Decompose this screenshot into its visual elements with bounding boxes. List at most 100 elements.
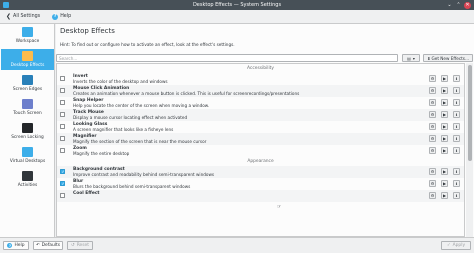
effect-row[interactable]: Invert Inverts the color of the desktop a… [57,73,464,85]
help-label: Help [60,14,72,19]
effect-row[interactable]: Track Mouse Display a mouse cursor locati… [57,109,464,121]
page-title: Desktop Effects [60,27,115,35]
about-icon[interactable]: ℹ [453,75,460,82]
configure-icon[interactable]: ⚙ [429,168,436,175]
effect-checkbox[interactable] [60,136,65,141]
configure-icon[interactable]: ⚙ [429,75,436,82]
effect-name: Snap Helper [73,97,104,103]
effect-checkbox[interactable] [60,181,65,186]
effect-description: Blurs the background behind semi-transpa… [73,184,191,190]
about-icon[interactable]: ℹ [453,123,460,130]
effect-name: Track Mouse [73,109,104,115]
defaults-button-label: Defaults [41,243,61,248]
apply-button-label: Apply [452,243,466,248]
effect-checkbox[interactable] [60,169,65,174]
effect-checkbox[interactable] [60,124,65,129]
effect-checkbox[interactable] [60,193,65,198]
sidebar-item[interactable]: Workspace [1,25,54,46]
configure-icon[interactable]: ⚙ [429,99,436,106]
effect-row[interactable]: Zoom Magnify the entire desktop ⚙ ▶ ℹ [57,145,464,157]
about-icon[interactable]: ℹ [453,180,460,187]
video-icon[interactable]: ▶ [441,87,448,94]
touch-screen-icon [22,99,33,109]
effect-row[interactable]: Mouse Click Animation Creates an animatio… [57,85,464,97]
configure-icon[interactable]: ⚙ [429,192,436,199]
scrollbar-thumb[interactable] [467,65,472,161]
defaults-button[interactable]: ↶ Defaults [33,241,63,250]
apply-icon: ✓ [446,243,451,248]
get-new-effects-button[interactable]: ⬇ Get New Effects... [423,54,473,62]
system-settings-icon [3,2,9,8]
sidebar-item-label: Virtual Desktops [9,159,46,164]
effect-name: Magnifier [73,133,97,139]
activities-icon [22,171,33,181]
about-icon[interactable]: ℹ [453,192,460,199]
effect-checkbox[interactable] [60,100,65,105]
reset-button[interactable]: ↺ Reset [67,241,93,250]
sidebar-item-label: Screen Locking [11,135,44,140]
top-toolbar: ❮ All Settings ? Help [0,10,474,24]
effect-description: A screen magnifier that looks like a fis… [73,127,174,133]
effect-row[interactable]: Cool Effect ⚙ ▶ ℹ [57,190,464,202]
help-button[interactable]: ? Help [3,241,29,250]
video-icon[interactable]: ▶ [441,168,448,175]
sidebar-item[interactable]: Touch Screen [1,97,54,118]
about-icon[interactable]: ℹ [453,111,460,118]
effect-checkbox[interactable] [60,148,65,153]
configure-icon[interactable]: ⚙ [429,180,436,187]
close-icon[interactable]: ✕ [464,1,471,9]
sidebar-item[interactable]: Screen Edges [1,73,54,94]
video-icon[interactable]: ▶ [441,180,448,187]
bottom-bar: ? Help ↶ Defaults ↺ Reset ✓ Apply [0,237,474,253]
video-icon[interactable]: ▶ [441,99,448,106]
list-scrollbar[interactable] [466,63,473,237]
effect-description: Improve contrast and readability behind … [73,172,215,178]
video-icon[interactable]: ▶ [441,147,448,154]
effects-list: Accessibility Invert Inverts the color of … [56,63,465,237]
configure-icon[interactable]: ⚙ [429,123,436,130]
help-menu-button[interactable]: ? Help [50,12,73,22]
configure-icon[interactable]: ⚙ [429,135,436,142]
video-icon[interactable]: ▶ [441,192,448,199]
effect-checkbox[interactable] [60,88,65,93]
video-icon[interactable]: ▶ [441,135,448,142]
apply-button[interactable]: ✓ Apply [441,241,471,250]
all-settings-label: All Settings [13,14,41,19]
sidebar-item-label: Desktop Effects [10,63,45,68]
effect-row[interactable]: Magnifier Magnify the section of the scre… [57,133,464,145]
video-icon[interactable]: ▶ [441,111,448,118]
search-input[interactable] [56,54,398,62]
filter-button[interactable]: ▤ ▾ [402,54,420,62]
section-header: Accessibility [246,66,275,71]
sidebar-item[interactable]: Activities [1,169,54,190]
effect-checkbox[interactable] [60,112,65,117]
effect-row[interactable]: BlurBlurs the background behind semi-tra… [57,178,464,190]
get-new-effects-label: Get New Effects... [431,55,470,61]
configure-icon[interactable]: ⚙ [429,147,436,154]
all-settings-button[interactable]: ❮ All Settings [4,12,42,22]
effect-description: Inverts the color of the desktop and win… [73,79,168,85]
effect-row[interactable]: Snap Helper Help you locate the center of… [57,97,464,109]
effect-checkbox[interactable] [60,76,65,81]
sidebar-item[interactable]: Desktop Effects [1,49,54,70]
configure-icon[interactable]: ⚙ [429,87,436,94]
sidebar-item-label: Touch Screen [13,111,42,116]
effect-description: Magnify the section of the screen that i… [73,139,207,145]
configure-icon[interactable]: ⚙ [429,111,436,118]
effect-row[interactable]: Background contrastImprove contrast and … [57,166,464,178]
about-icon[interactable]: ℹ [453,135,460,142]
video-icon[interactable]: ▶ [441,123,448,130]
desktop-effects-icon [22,51,33,61]
maximize-icon[interactable]: ⌃ [455,2,462,9]
minimize-icon[interactable]: ⌄ [446,2,453,9]
sidebar-item-label: Workspace [15,39,40,44]
about-icon[interactable]: ℹ [453,87,460,94]
help-icon: ? [7,243,13,248]
sidebar-item[interactable]: Screen Locking [1,121,54,142]
about-icon[interactable]: ℹ [453,99,460,106]
about-icon[interactable]: ℹ [453,147,460,154]
effect-row[interactable]: Looking Glass A screen magnifier that loo… [57,121,464,133]
sidebar-item[interactable]: Virtual Desktops [1,145,54,166]
video-icon[interactable]: ▶ [441,75,448,82]
about-icon[interactable]: ℹ [453,168,460,175]
